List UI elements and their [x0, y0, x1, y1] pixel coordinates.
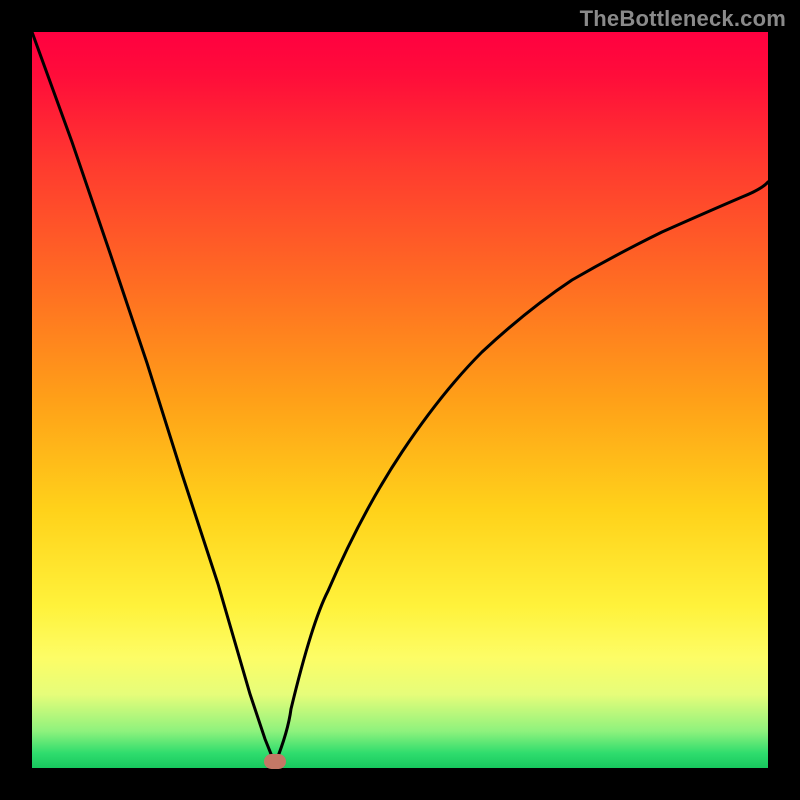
watermark-text: TheBottleneck.com — [580, 6, 786, 32]
chart-frame: TheBottleneck.com — [0, 0, 800, 800]
min-point-marker — [264, 754, 286, 769]
plot-area — [32, 32, 768, 768]
curve-layer — [32, 32, 768, 768]
bottleneck-curve-right — [275, 182, 768, 764]
bottleneck-curve-left — [32, 32, 275, 764]
